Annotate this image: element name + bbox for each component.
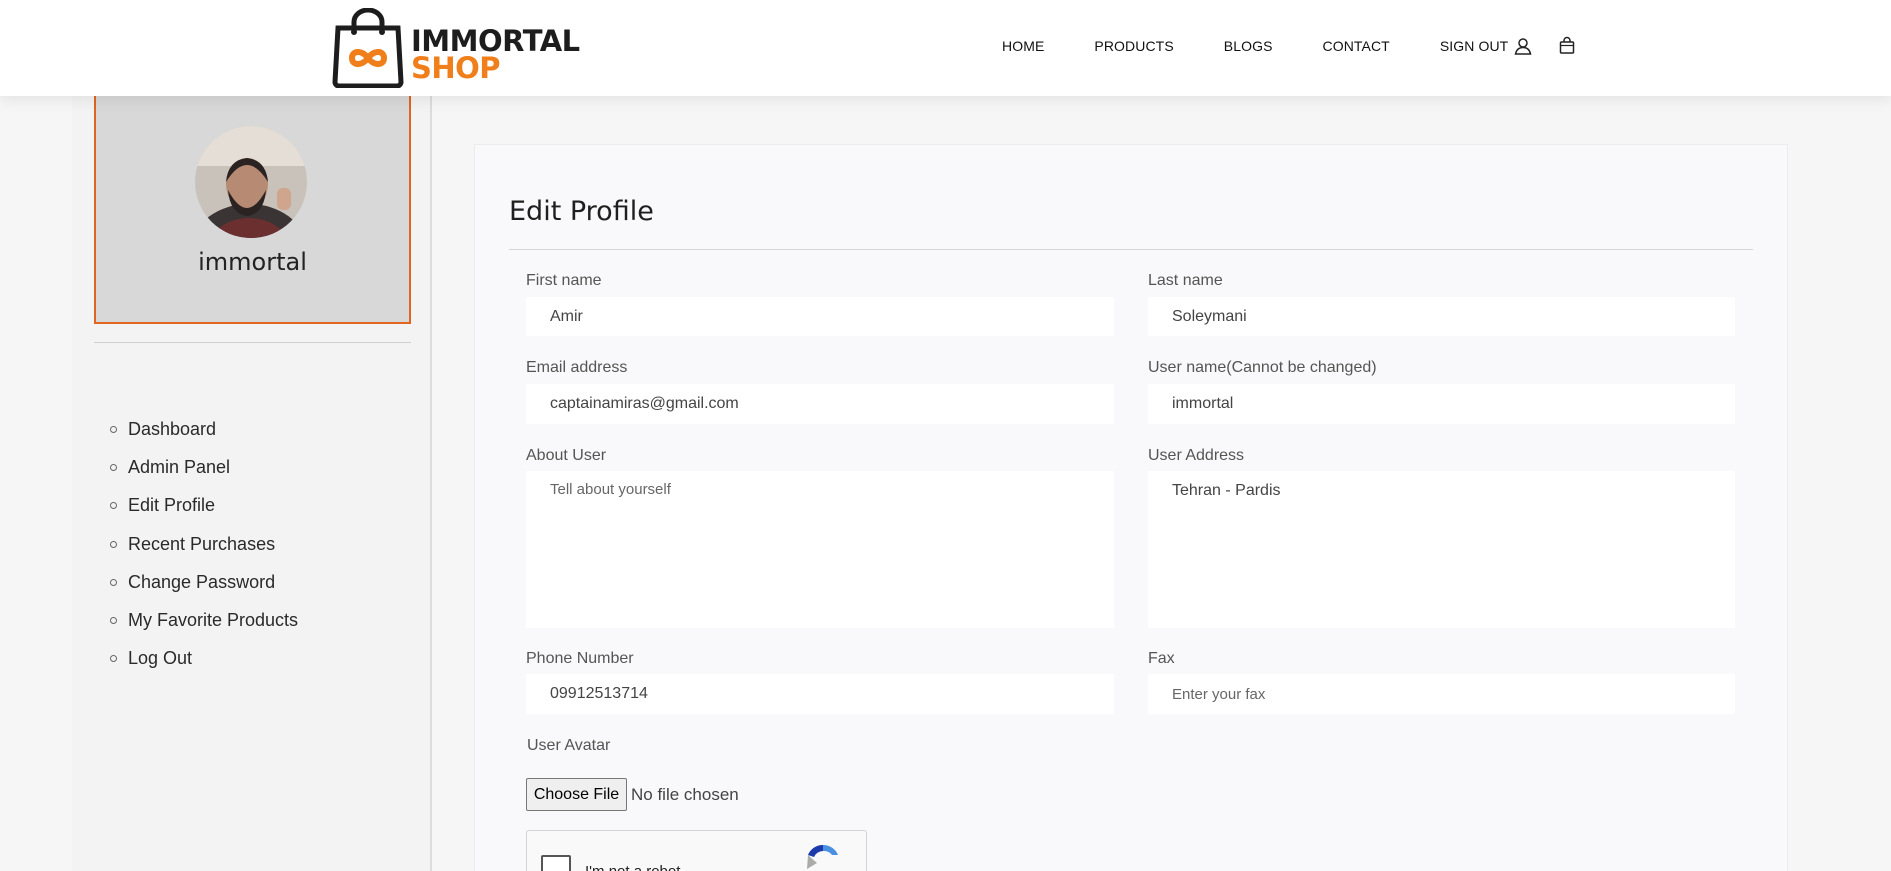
nav-blogs[interactable]: BLOGS xyxy=(1224,38,1273,54)
address-label: User Address xyxy=(1148,447,1245,464)
menu-item-label: Edit Profile xyxy=(128,495,216,516)
user-photo-icon xyxy=(195,126,307,238)
bullet-icon xyxy=(110,463,117,471)
cart-icon[interactable] xyxy=(1557,36,1577,56)
bullet-icon xyxy=(110,655,117,663)
logo-wordmark: IMMORTAL SHOP xyxy=(411,27,580,85)
nav-products[interactable]: PRODUCTS xyxy=(1094,38,1173,54)
menu-item-log-out[interactable]: Log Out xyxy=(110,640,298,678)
choose-file-button[interactable]: Choose File xyxy=(526,778,627,811)
about-field[interactable] xyxy=(526,471,1114,628)
avatar-label: User Avatar xyxy=(527,737,611,754)
bullet-icon xyxy=(110,578,117,586)
bullet-icon xyxy=(110,425,117,433)
nav-sign-out[interactable]: SIGN OUT xyxy=(1440,38,1508,54)
about-label: About User xyxy=(526,447,607,464)
bullet-icon xyxy=(110,502,117,510)
first-name-field[interactable] xyxy=(526,297,1114,336)
username-field xyxy=(1148,384,1735,424)
fax-field[interactable] xyxy=(1148,674,1735,714)
file-status: No file chosen xyxy=(631,785,739,804)
avatar xyxy=(195,126,307,238)
bullet-icon xyxy=(110,540,117,548)
nav-home[interactable]: HOME xyxy=(1002,38,1044,54)
fax-label: Fax xyxy=(1148,650,1175,667)
account-menu: Dashboard Admin Panel Edit Profile Recen… xyxy=(110,410,298,678)
menu-item-label: Change Password xyxy=(128,571,276,592)
logo-word-2: SHOP xyxy=(411,51,501,85)
email-label: Email address xyxy=(526,359,628,376)
recaptcha-checkbox[interactable] xyxy=(541,855,571,871)
site-header: IMMORTAL SHOP HOME PRODUCTS BLOGS CONTAC… xyxy=(0,0,1891,96)
user-icon[interactable] xyxy=(1513,36,1533,56)
email-field[interactable] xyxy=(526,384,1114,424)
menu-item-label: Log Out xyxy=(128,648,193,669)
first-name-label: First name xyxy=(526,272,602,289)
menu-item-dashboard[interactable]: Dashboard xyxy=(110,410,298,448)
title-divider xyxy=(509,249,1753,250)
username-label: User name(Cannot be changed) xyxy=(1148,359,1377,376)
nav-contact[interactable]: CONTACT xyxy=(1323,38,1390,54)
menu-item-label: Admin Panel xyxy=(128,456,231,477)
menu-item-admin-panel[interactable]: Admin Panel xyxy=(110,448,298,486)
phone-field[interactable] xyxy=(526,674,1114,714)
address-field[interactable]: Tehran - Pardis xyxy=(1148,471,1735,628)
menu-item-label: Recent Purchases xyxy=(128,533,276,554)
last-name-field[interactable] xyxy=(1148,297,1735,336)
menu-item-label: My Favorite Products xyxy=(128,610,299,631)
sidebar-divider xyxy=(94,342,411,343)
site-logo[interactable]: IMMORTAL SHOP xyxy=(332,8,580,88)
last-name-label: Last name xyxy=(1148,272,1223,289)
main-nav: HOME PRODUCTS BLOGS CONTACT SIGN OUT xyxy=(1002,38,1558,54)
menu-item-label: Dashboard xyxy=(128,418,217,439)
profile-username: immortal xyxy=(198,248,307,276)
recaptcha-label: I'm not a robot xyxy=(585,863,680,871)
menu-item-recent-purchases[interactable]: Recent Purchases xyxy=(110,525,298,563)
recaptcha-logo-icon xyxy=(807,844,838,869)
menu-item-edit-profile[interactable]: Edit Profile xyxy=(110,487,298,525)
menu-item-change-password[interactable]: Change Password xyxy=(110,563,298,601)
bullet-icon xyxy=(110,617,117,625)
menu-item-favorite-products[interactable]: My Favorite Products xyxy=(110,601,298,639)
recaptcha-widget: I'm not a robot xyxy=(526,830,867,871)
phone-label: Phone Number xyxy=(526,650,634,667)
shopping-bag-logo-icon xyxy=(332,8,404,88)
page-title: Edit Profile xyxy=(509,196,654,227)
